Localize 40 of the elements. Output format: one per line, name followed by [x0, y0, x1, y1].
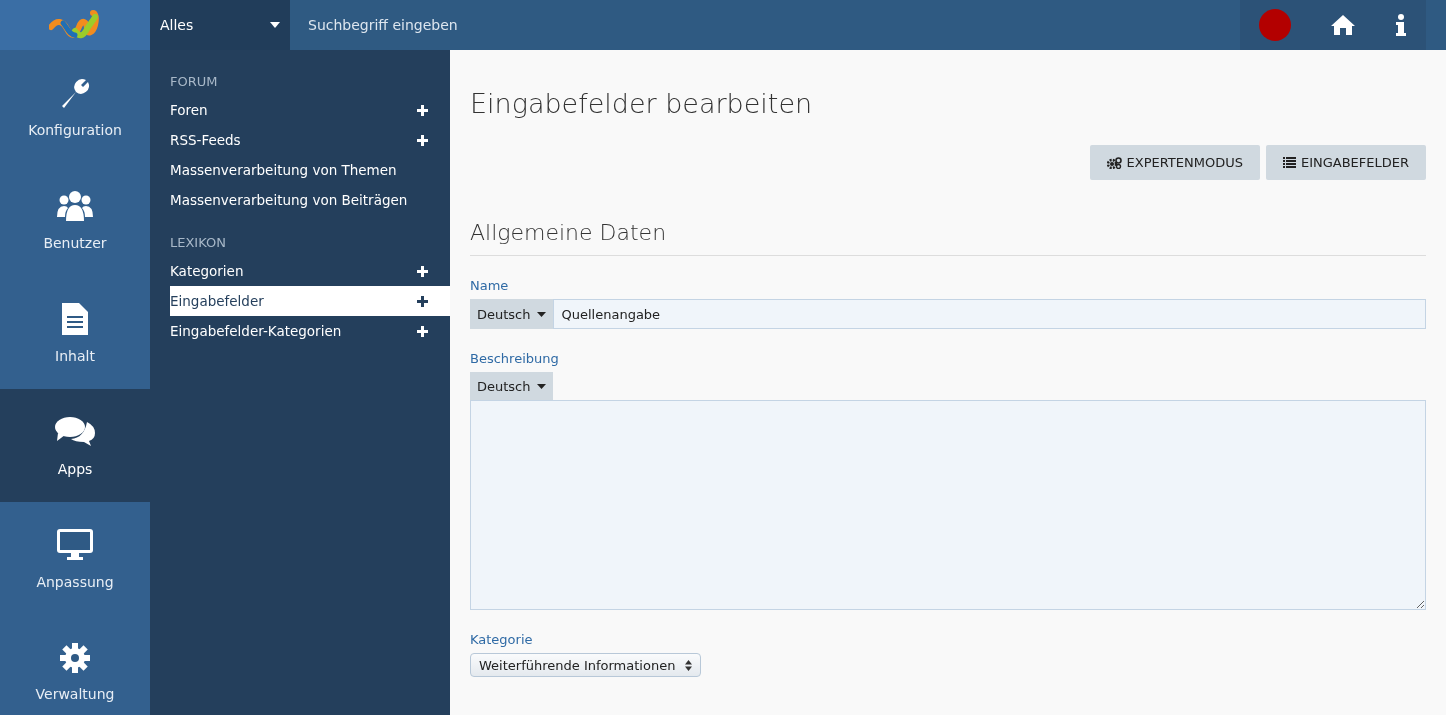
action-button[interactable]: EINGABEFELDER: [1265, 145, 1426, 180]
page-title: Eingabefelder bearbeiten: [470, 88, 813, 119]
plus-icon[interactable]: [417, 325, 428, 337]
field-label: Name: [470, 278, 509, 293]
submenu-link[interactable]: Eingabefelder: [170, 293, 264, 309]
gear-icon: [59, 641, 91, 674]
menu-section-heading: LEXIKON: [169, 235, 227, 252]
plus-icon[interactable]: [417, 265, 428, 277]
submenu-link[interactable]: RSS-Feeds: [170, 132, 241, 148]
category-select[interactable]: Weiterführende Informationen: [470, 653, 702, 677]
main-menu-item[interactable]: Apps: [0, 389, 150, 502]
submenu-link[interactable]: Massenverarbeitung von Beiträgen: [170, 192, 408, 208]
action-button[interactable]: EXPERTENMODUS: [1089, 145, 1260, 180]
field-label: Kategorie: [470, 632, 533, 647]
users-icon: [56, 188, 94, 223]
language-dropdown[interactable]: Deutsch: [470, 372, 553, 400]
submenu-link[interactable]: Massenverarbeitung von Themen: [170, 162, 397, 178]
section-title: Allgemeine Daten: [470, 220, 1426, 256]
caret-icon: [270, 22, 280, 28]
home-icon[interactable]: [1330, 14, 1356, 36]
submenu-link[interactable]: Foren: [170, 102, 208, 118]
document-icon: [61, 301, 89, 336]
list-icon: [1282, 157, 1296, 168]
chat-bubbles-icon: [53, 414, 97, 449]
plus-icon[interactable]: [417, 295, 428, 307]
name-input-field[interactable]: Quellenangabe: [552, 299, 1426, 329]
caret-icon: [536, 383, 546, 389]
caret-icon: [536, 311, 546, 317]
monitor-icon: [56, 527, 94, 562]
submenu-link[interactable]: Kategorien: [170, 263, 244, 279]
menu-section-heading: FORUM: [169, 74, 219, 91]
updown-arrows-icon: [685, 659, 693, 671]
field-label: Beschreibung: [470, 351, 559, 366]
plus-icon[interactable]: [417, 104, 428, 116]
info-icon[interactable]: [1394, 14, 1407, 36]
search-scope-dropdown[interactable]: Alles: [150, 0, 290, 50]
gears-icon: [1106, 156, 1122, 169]
language-dropdown[interactable]: Deutsch: [470, 299, 553, 329]
submenu-link[interactable]: Eingabefelder-Kategorien: [170, 323, 342, 339]
plus-icon[interactable]: [417, 134, 428, 146]
